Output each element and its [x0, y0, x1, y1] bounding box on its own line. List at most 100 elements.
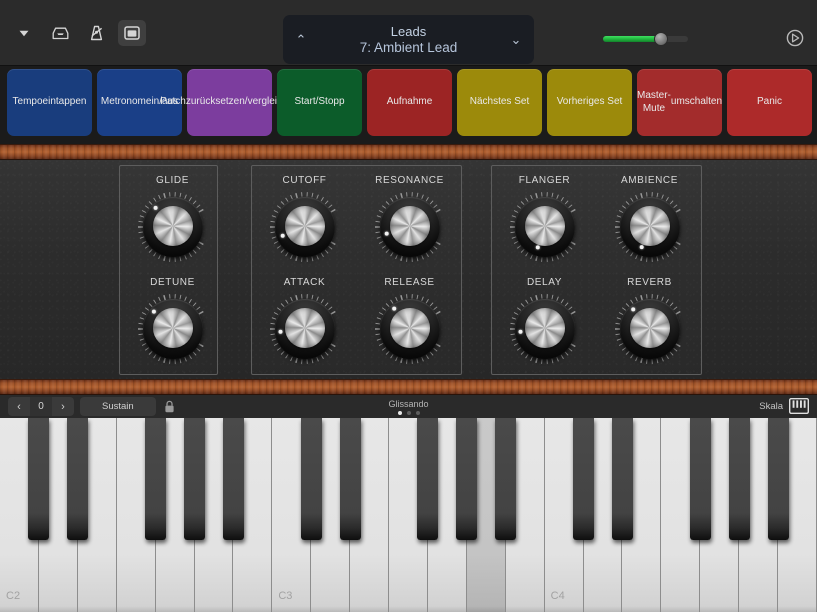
knob-cap — [284, 206, 325, 246]
knob-label: CUTOFF — [282, 175, 327, 186]
piano-black-key-17[interactable] — [689, 418, 711, 540]
piano-black-key-12[interactable] — [495, 418, 517, 540]
piano-keys-icon[interactable] — [788, 397, 810, 415]
metronome-icon[interactable] — [82, 20, 110, 46]
piano-black-key-10[interactable] — [417, 418, 439, 540]
piano-black-key-4[interactable] — [184, 418, 206, 540]
chevron-down-icon[interactable] — [10, 20, 38, 46]
action-button-2[interactable]: Patch zurücksetzen/vergleichen — [160, 69, 299, 136]
lock-icon[interactable] — [162, 397, 178, 416]
inbox-tray-icon[interactable] — [46, 20, 74, 46]
action-button-strip: Tempo eintappen Metronom ein/aus Patch zurück… — [0, 66, 817, 202]
piano-black-key-14[interactable] — [573, 418, 595, 540]
patch-next-chevron-icon[interactable]: ⌄ — [508, 33, 524, 46]
piano-black-key-18[interactable] — [728, 418, 750, 540]
piano-black-key-8[interactable] — [339, 418, 361, 540]
master-volume-slider[interactable] — [603, 30, 688, 48]
piano-black-key-5[interactable] — [222, 418, 244, 540]
knob-reverb[interactable] — [614, 293, 686, 365]
knob-delay[interactable] — [509, 293, 581, 365]
knob-cap — [524, 308, 565, 348]
knob-detune[interactable] — [137, 293, 209, 365]
piano-octave-label: C2 — [6, 590, 21, 602]
knob-cell-delay: DELAY — [495, 277, 594, 365]
knob-label: FLANGER — [518, 175, 571, 186]
action-button-8[interactable]: Panic — [727, 69, 812, 136]
glissando-dot-1[interactable] — [406, 410, 411, 415]
action-button-0[interactable]: Tempo eintappen — [7, 69, 92, 136]
octave-stepper[interactable]: ‹ 0 › — [8, 397, 74, 416]
knob-indicator-dot — [280, 233, 285, 238]
action-button-7[interactable]: Master-Mute umschalten — [637, 69, 722, 136]
action-button-5[interactable]: Nächstes Set — [457, 69, 542, 136]
knob-cap — [389, 206, 430, 246]
knob-indicator-dot — [391, 306, 396, 311]
knob-cap — [629, 308, 670, 348]
knob-indicator-dot — [630, 307, 635, 312]
knob-cell-detune: DETUNE — [123, 277, 222, 365]
keyboard-toolbar-right: Skala — [759, 397, 810, 415]
knob-cap — [524, 206, 565, 246]
wood-trim-top — [0, 144, 817, 160]
glissando-dot-0[interactable] — [397, 410, 402, 415]
knob-flanger[interactable] — [509, 191, 581, 263]
keyboard-toolbar-left: ‹ 0 › Sustain — [8, 397, 178, 416]
action-button-label: umschalten — [670, 96, 723, 108]
piano-black-key-15[interactable] — [611, 418, 633, 540]
knob-cell-resonance: RESONANCE — [360, 175, 459, 263]
volume-knob[interactable] — [654, 32, 668, 46]
knob-release[interactable] — [374, 293, 446, 365]
glissando-page-dots[interactable] — [397, 410, 420, 415]
knob-group-filter: CUTOFF RESONANCE ATTACK RELEASE — [251, 165, 462, 375]
toolbar-icon-group — [10, 20, 146, 46]
piano-black-key-11[interactable] — [456, 418, 478, 540]
glissando-label: Glissando — [388, 398, 429, 409]
knob-cap — [152, 206, 193, 246]
piano-black-key-3[interactable] — [145, 418, 167, 540]
action-button-label: Vorheriges Set — [556, 96, 623, 108]
knob-resonance[interactable] — [374, 191, 446, 263]
piano-black-key-0[interactable] — [28, 418, 50, 540]
octave-up-button[interactable]: › — [52, 397, 74, 416]
knob-cap — [152, 308, 193, 348]
action-button-row: Tempo eintappen Metronom ein/aus Patch zurück… — [7, 69, 812, 136]
action-button-label: Tempo — [12, 96, 43, 108]
patch-selector[interactable]: ⌃ Leads 7: Ambient Lead ⌄ — [283, 15, 534, 64]
piano-black-key-1[interactable] — [67, 418, 89, 540]
patch-name: 7: Ambient Lead — [359, 39, 458, 55]
knob-cap — [629, 206, 670, 246]
knob-cell-reverb: REVERB — [600, 277, 699, 365]
knob-cutoff[interactable] — [269, 191, 341, 263]
knob-label: AMBIENCE — [620, 175, 679, 186]
knob-glide[interactable] — [137, 191, 209, 263]
action-button-3[interactable]: Start/Stopp — [277, 69, 362, 136]
knob-cap — [389, 308, 430, 348]
knob-attack[interactable] — [269, 293, 341, 365]
tuner-icon[interactable] — [785, 28, 805, 48]
patch-category: Leads — [390, 23, 427, 39]
sustain-button[interactable]: Sustain — [80, 397, 156, 416]
action-button-4[interactable]: Aufnahme — [367, 69, 452, 136]
action-button-label: Aufnahme — [386, 96, 433, 108]
knob-label: RELEASE — [384, 277, 435, 288]
patch-prev-chevron-icon[interactable]: ⌃ — [293, 33, 309, 46]
knob-cell-cutoff: CUTOFF — [255, 175, 354, 263]
glissando-dot-2[interactable] — [415, 410, 420, 415]
knob-indicator-dot — [278, 329, 282, 334]
knob-label: GLIDE — [155, 175, 189, 186]
piano-black-key-19[interactable] — [767, 418, 789, 540]
knob-cell-glide: GLIDE — [123, 175, 222, 263]
window-layout-icon[interactable] — [118, 20, 146, 46]
piano-octave-label: C4 — [550, 590, 565, 602]
piano-keyboard[interactable]: C2 C3 C4 — [0, 418, 817, 612]
piano-octave-label: C3 — [278, 590, 293, 602]
octave-value: 0 — [30, 397, 52, 416]
knob-label: DELAY — [526, 277, 563, 288]
knob-cap — [284, 308, 325, 348]
action-button-6[interactable]: Vorheriges Set — [547, 69, 632, 136]
octave-down-button[interactable]: ‹ — [8, 397, 30, 416]
knob-ambience[interactable] — [614, 191, 686, 263]
action-button-label: eintappen — [42, 96, 87, 108]
piano-black-key-7[interactable] — [300, 418, 322, 540]
action-button-label: zurücksetzen/ — [185, 96, 248, 108]
